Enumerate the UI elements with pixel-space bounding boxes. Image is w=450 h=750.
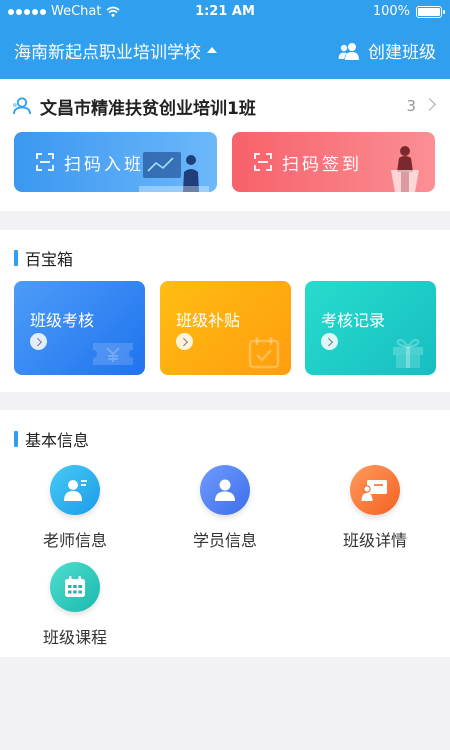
teacher-info-label: 老师信息 — [42, 531, 107, 550]
teacher-icon — [50, 465, 100, 515]
class-detail-item[interactable]: 班级详情 — [315, 465, 435, 551]
class-section: 文昌市精准扶贫创业培训1班 3 扫码入班 扫码签到 — [0, 79, 450, 211]
class-assessment-label: 班级考核 — [30, 311, 95, 330]
student-info-item[interactable]: 学员信息 — [165, 465, 285, 551]
basic-info-title: 基本信息 — [14, 427, 89, 451]
scan-sign-button[interactable]: 扫码签到 — [232, 132, 435, 192]
battery-percent: 100% — [372, 4, 410, 19]
app-header: WeChat 1:21 AM 100% 海南新起点职业培训学校 创建班级 — [0, 0, 450, 79]
teacher-info-item[interactable]: 老师信息 — [15, 465, 135, 551]
toolbox-section: 百宝箱 班级考核 班级补贴 考核记录 — [0, 230, 450, 392]
teacher-board-illustration — [139, 152, 209, 192]
assessment-record-card[interactable]: 考核记录 — [305, 281, 436, 375]
create-class-button[interactable]: 创建班级 — [338, 38, 436, 63]
arrow-right-icon — [30, 333, 47, 350]
calendar-check-icon — [248, 337, 280, 369]
battery-status: 100% — [372, 4, 445, 19]
school-selector[interactable]: 海南新起点职业培训学校 — [14, 38, 217, 63]
toolbox-title: 百宝箱 — [14, 246, 73, 270]
scan-join-button[interactable]: 扫码入班 — [14, 132, 217, 192]
create-class-label: 创建班级 — [368, 43, 436, 63]
arrow-right-icon — [321, 333, 338, 350]
users-icon — [338, 42, 359, 60]
scan-join-label: 扫码入班 — [64, 154, 144, 175]
basic-info-section: 基本信息 老师信息 学员信息 班级详情 班级课程 — [0, 410, 450, 657]
class-course-item[interactable]: 班级课程 — [15, 562, 135, 648]
class-detail-label: 班级详情 — [342, 531, 407, 550]
scan-icon — [254, 153, 272, 171]
student-info-label: 学员信息 — [192, 531, 257, 550]
school-name: 海南新起点职业培训学校 — [14, 43, 201, 63]
student-icon — [200, 465, 250, 515]
caret-up-icon — [207, 46, 217, 53]
scan-icon — [36, 153, 54, 171]
whiteboard-icon — [350, 465, 400, 515]
class-assessment-card[interactable]: 班级考核 — [14, 281, 145, 375]
calendar-icon — [50, 562, 100, 612]
chevron-right-icon — [423, 98, 436, 111]
class-subsidy-card[interactable]: 班级补贴 — [160, 281, 291, 375]
scan-sign-label: 扫码签到 — [282, 154, 362, 175]
speaker-podium-illustration — [391, 146, 419, 192]
assessment-record-label: 考核记录 — [321, 311, 386, 330]
status-bar: WeChat 1:21 AM 100% — [0, 0, 450, 24]
class-name: 文昌市精准扶贫创业培训1班 — [40, 98, 256, 119]
arrow-right-icon — [176, 333, 193, 350]
battery-icon — [416, 5, 445, 18]
class-switcher[interactable]: 文昌市精准扶贫创业培训1班 3 — [12, 95, 438, 119]
class-count: 3 — [406, 97, 416, 115]
ticket-icon — [93, 343, 133, 365]
class-subsidy-label: 班级补贴 — [176, 311, 241, 330]
gift-icon — [393, 338, 423, 368]
class-course-label: 班级课程 — [42, 628, 107, 647]
user-icon — [13, 97, 31, 115]
